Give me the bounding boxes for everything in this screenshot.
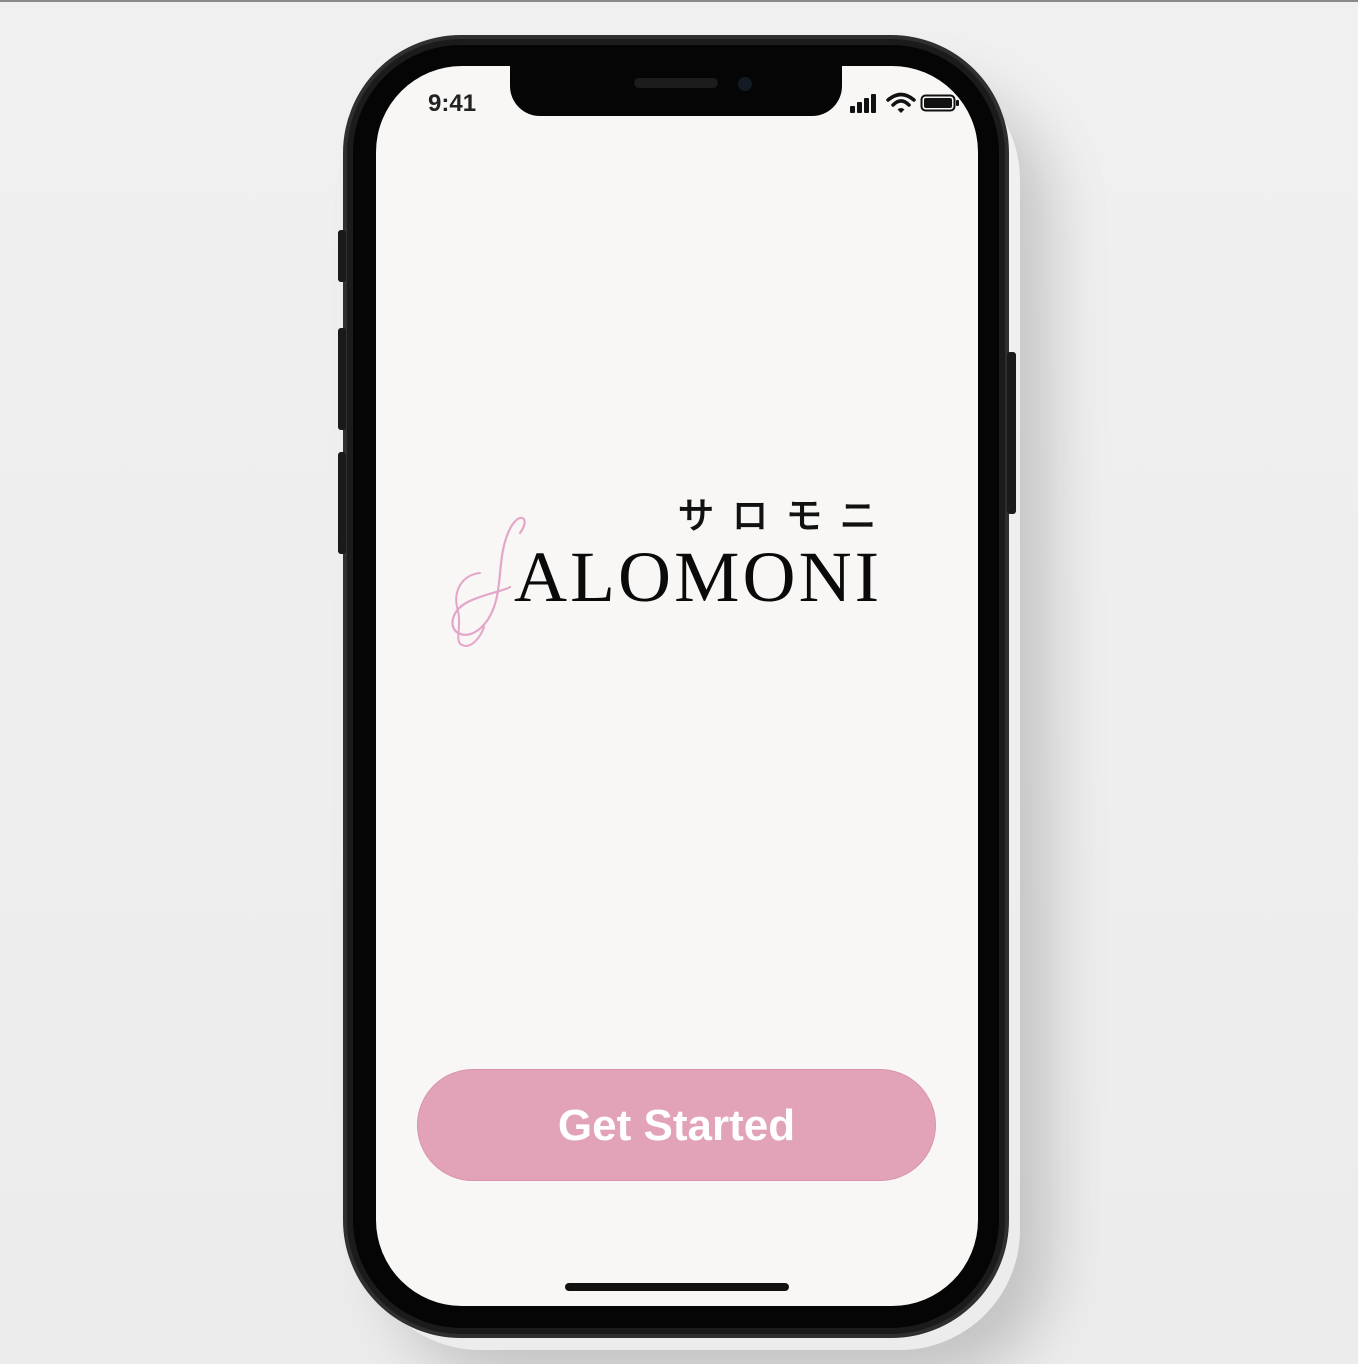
salomoni-logo: サロモニ S ALOMONI: [440, 495, 910, 655]
notch: [510, 60, 842, 116]
front-camera: [738, 77, 752, 91]
logo-katakana: サロモニ: [678, 496, 895, 537]
logo-wordmark: ALOMONI: [514, 537, 883, 617]
get-started-button[interactable]: Get Started: [417, 1069, 936, 1181]
battery-icon: [920, 94, 959, 112]
silent-switch: [338, 230, 346, 282]
speaker-grille: [634, 78, 718, 88]
power-button: [1007, 352, 1016, 514]
status-icons: [848, 92, 960, 116]
volume-down-button: [338, 452, 346, 554]
wifi-icon: [886, 92, 916, 113]
home-indicator[interactable]: [565, 1283, 789, 1291]
signal-icon: [850, 94, 876, 113]
status-time: 9:41: [428, 90, 477, 117]
volume-up-button: [338, 328, 346, 430]
